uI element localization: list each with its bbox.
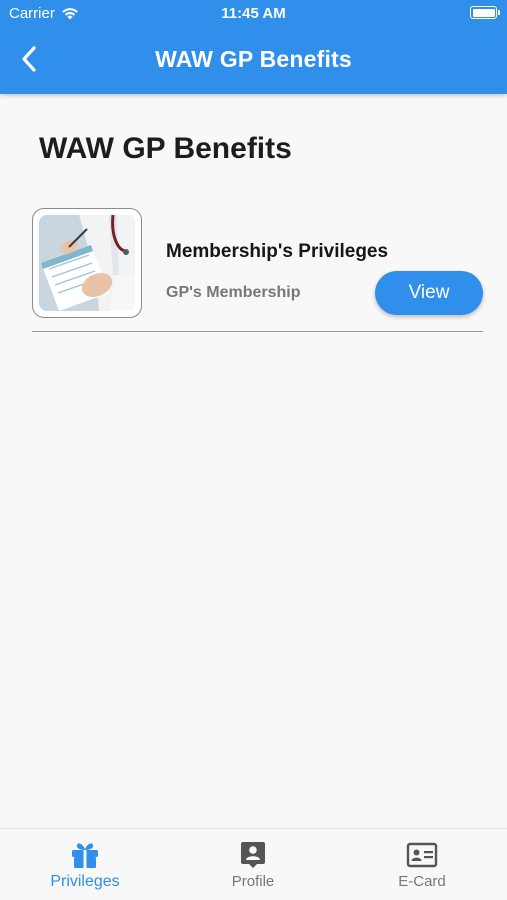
benefit-thumbnail: [32, 208, 142, 318]
benefit-subtitle: GP's Membership: [166, 284, 301, 301]
app-bar-title: WAW GP Benefits: [155, 46, 352, 72]
gift-icon: [72, 843, 98, 868]
list-item: Membership's Privileges GP's Membership …: [32, 208, 483, 332]
benefit-title: Membership's Privileges: [166, 241, 389, 262]
doctor-photo: [39, 215, 135, 311]
battery-icon: [470, 6, 500, 19]
id-card-icon: [406, 842, 438, 868]
bottom-nav: Privileges Profile E-Card: [0, 828, 507, 900]
page-title: WAW GP Benefits: [39, 132, 292, 165]
tab-privileges[interactable]: Privileges: [25, 841, 145, 891]
status-bar: Carrier 11:45 AM: [0, 0, 507, 28]
tab-label: Privileges: [50, 873, 120, 890]
tab-profile[interactable]: Profile: [193, 841, 313, 890]
tab-label: Profile: [231, 873, 275, 890]
profile-icon: [241, 842, 265, 868]
tab-e-card[interactable]: E-Card: [362, 841, 482, 890]
view-button[interactable]: View: [375, 271, 483, 315]
header: Carrier 11:45 AM WAW GP Benefits: [0, 0, 507, 94]
clock: 11:45 AM: [221, 5, 286, 22]
app-bar: WAW GP Benefits: [0, 28, 507, 94]
tab-label: E-Card: [398, 873, 446, 890]
